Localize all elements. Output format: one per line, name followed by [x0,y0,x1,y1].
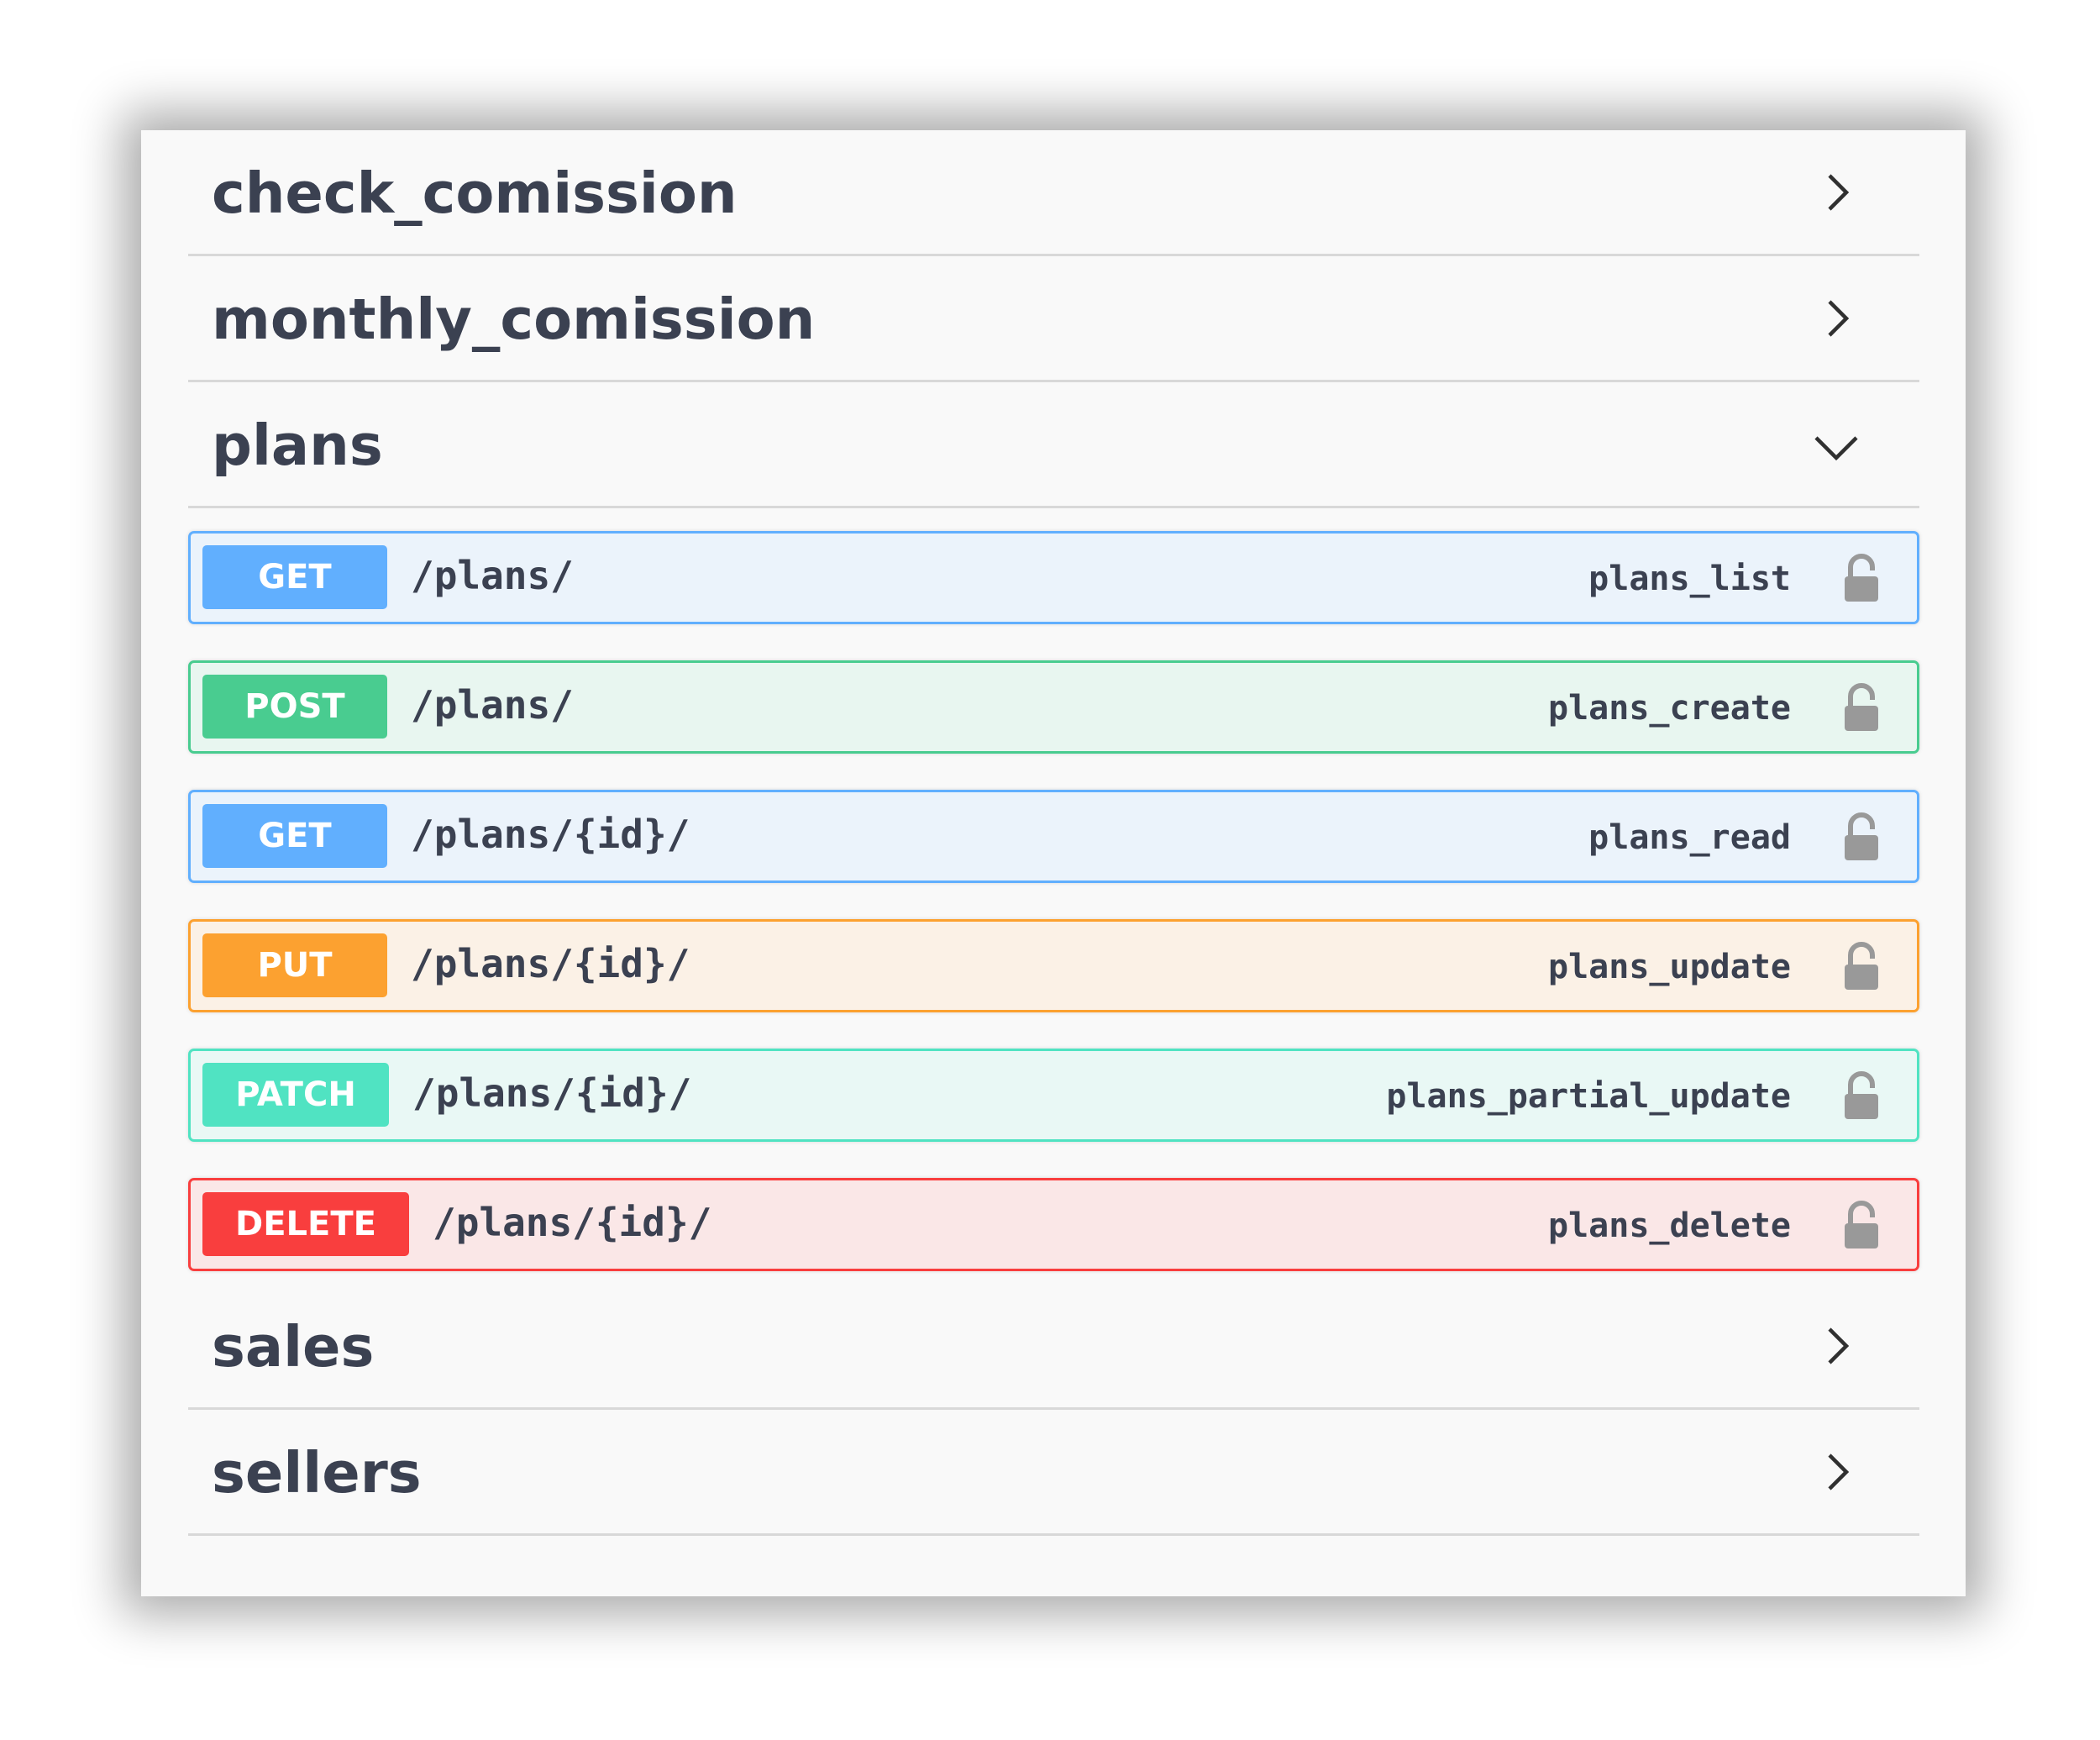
method-badge: PATCH [202,1063,389,1127]
operation-patch-plans-partial-update[interactable]: PATCH /plans/{id}/ plans_partial_update [188,1049,1919,1142]
lock-icon[interactable] [1843,942,1880,991]
tag-section-plans[interactable]: plans [188,382,1919,508]
chevron-right-icon[interactable] [1813,1447,1863,1497]
operation-id: plans_list [1588,560,1791,598]
operation-delete-plans-delete[interactable]: DELETE /plans/{id}/ plans_delete [188,1178,1919,1271]
tag-title: monthly_comission [212,286,816,352]
tag-title: check_comission [212,160,738,226]
chevron-right-icon[interactable] [1813,293,1863,344]
tag-title: plans [212,413,383,478]
operation-path: /plans/ [411,682,574,728]
operation-path: /plans/ [411,553,574,598]
operation-path: /plans/{id}/ [433,1200,712,1245]
tag-title: sales [212,1314,375,1380]
chevron-down-icon[interactable] [1811,423,1861,473]
tag-section-check-comission[interactable]: check_comission [188,130,1919,256]
operation-id: plans_delete [1548,1206,1791,1245]
method-badge: PUT [202,933,387,997]
operation-id: plans_read [1588,818,1791,857]
chevron-right-icon[interactable] [1813,167,1863,218]
operation-post-plans-create[interactable]: POST /plans/ plans_create [188,660,1919,754]
lock-icon[interactable] [1843,1201,1880,1249]
lock-icon[interactable] [1843,554,1880,602]
tag-section-sales[interactable]: sales [188,1284,1919,1410]
operation-path: /plans/{id}/ [412,1070,692,1116]
operation-id: plans_create [1548,689,1791,728]
operation-id: plans_update [1548,948,1791,986]
lock-icon[interactable] [1843,683,1880,732]
tag-title: sellers [212,1440,422,1506]
operation-put-plans-update[interactable]: PUT /plans/{id}/ plans_update [188,919,1919,1012]
method-badge: DELETE [202,1192,409,1256]
tag-section-sellers[interactable]: sellers [188,1410,1919,1536]
operation-path: /plans/{id}/ [411,812,690,857]
api-operations-panel: check_comission monthly_comission plans … [141,130,1966,1596]
method-badge: GET [202,804,387,868]
operation-get-plans-list[interactable]: GET /plans/ plans_list [188,531,1919,624]
method-badge: GET [202,545,387,609]
operation-get-plans-read[interactable]: GET /plans/{id}/ plans_read [188,790,1919,883]
operation-path: /plans/{id}/ [411,941,690,986]
tag-section-monthly-comission[interactable]: monthly_comission [188,256,1919,382]
method-badge: POST [202,675,387,739]
chevron-right-icon[interactable] [1813,1321,1863,1371]
lock-icon[interactable] [1843,1071,1880,1120]
operation-id: plans_partial_update [1386,1077,1791,1116]
lock-icon[interactable] [1843,812,1880,861]
